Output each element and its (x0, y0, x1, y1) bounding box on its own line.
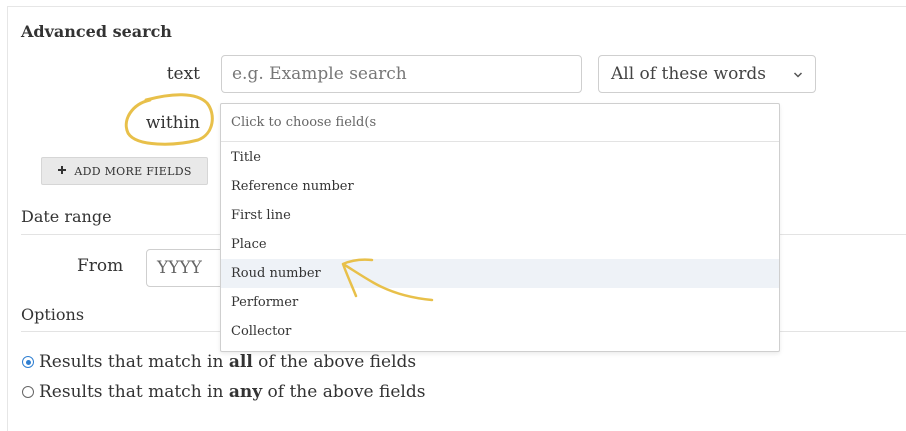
from-label: From (77, 256, 124, 276)
field-chooser-dropdown[interactable]: Click to choose field(s Title Reference … (220, 103, 780, 352)
field-option-collector[interactable]: Collector (221, 317, 779, 346)
field-option-performer[interactable]: Performer (221, 288, 779, 317)
field-chooser-input[interactable]: Click to choose field(s (221, 104, 779, 142)
radio-option-all[interactable]: Results that match in all of the above f… (22, 352, 416, 372)
radio-button[interactable] (22, 386, 34, 398)
radio-option-any-label: Results that match in any of the above f… (39, 382, 426, 402)
field-option-reference-number[interactable]: Reference number (221, 172, 779, 201)
field-option-roud-number[interactable]: Roud number (221, 259, 779, 288)
add-more-fields-button[interactable]: ADD MORE FIELDS (41, 157, 208, 185)
within-row-label: within (145, 113, 200, 133)
page-title: Advanced search (21, 22, 172, 41)
search-input-placeholder: e.g. Example search (232, 64, 407, 84)
field-option-place[interactable]: Place (221, 230, 779, 259)
chevron-down-icon (793, 64, 803, 84)
field-option-list: Title Reference number First line Place … (221, 142, 779, 346)
radio-button-selected[interactable] (22, 356, 34, 368)
text-row-label: text (166, 64, 200, 84)
plus-icon (57, 165, 67, 178)
field-option-first-line[interactable]: First line (221, 201, 779, 230)
add-more-fields-label: ADD MORE FIELDS (74, 164, 192, 178)
date-range-title: Date range (21, 207, 112, 226)
radio-option-any[interactable]: Results that match in any of the above f… (22, 382, 425, 402)
search-input[interactable]: e.g. Example search (221, 55, 582, 93)
from-year-placeholder: YYYY (157, 258, 202, 278)
options-title: Options (21, 305, 85, 324)
field-chooser-placeholder: Click to choose field(s (231, 115, 377, 130)
match-mode-select[interactable]: All of these words (598, 55, 816, 93)
radio-option-all-label: Results that match in all of the above f… (39, 352, 417, 372)
field-option-title[interactable]: Title (221, 143, 779, 172)
match-mode-value: All of these words (611, 64, 767, 84)
